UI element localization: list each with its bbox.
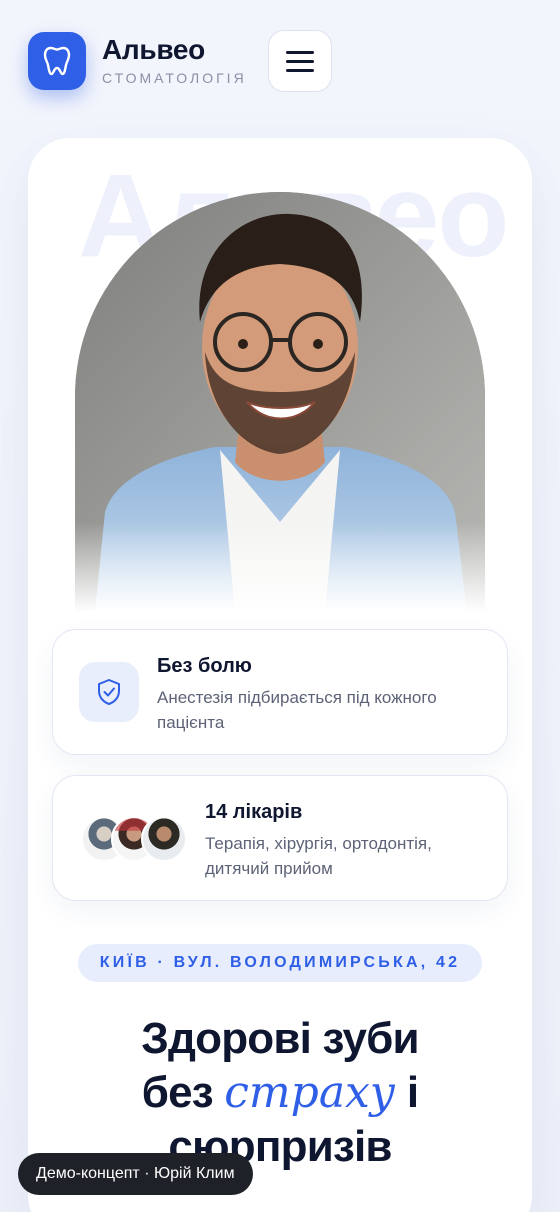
feature-title: Без болю	[157, 655, 252, 677]
hamburger-menu-icon	[286, 50, 314, 54]
feature-text: Анестезія підбирається під кожного паціє…	[157, 688, 437, 732]
feature-card-painless: Без болю Анестезія підбирається під кожн…	[52, 629, 508, 755]
hero-card: Альвео	[28, 138, 532, 1212]
doctor-photo	[75, 192, 485, 612]
feature-text: Терапія, хірургія, ортодонтія, дитячий п…	[205, 834, 432, 878]
headline-accent: страху	[224, 1067, 396, 1118]
menu-button[interactable]	[268, 30, 332, 92]
tooth-icon	[43, 46, 71, 76]
address-pill: КИЇВ · ВУЛ. ВОЛОДИМИРСЬКА, 42	[78, 944, 482, 982]
logo-badge[interactable]	[28, 32, 86, 90]
shield-check-icon	[98, 679, 120, 705]
demo-badge[interactable]: Демо-концепт · Юрій Клим	[18, 1153, 253, 1195]
site-header: Альвео СТОМАТОЛОГІЯ	[28, 30, 532, 92]
doctor-avatars	[81, 816, 191, 862]
page-title: Здорові зуби без страху і сюрпризів	[141, 1014, 419, 1171]
brand-subtitle: СТОМАТОЛОГІЯ	[102, 70, 247, 86]
avatar	[141, 816, 187, 862]
feature-title: 14 лікарів	[205, 801, 303, 823]
feature-card-doctors: 14 лікарів Терапія, хірургія, ортодонтія…	[52, 775, 508, 901]
brand-name[interactable]: Альвео	[102, 34, 205, 66]
